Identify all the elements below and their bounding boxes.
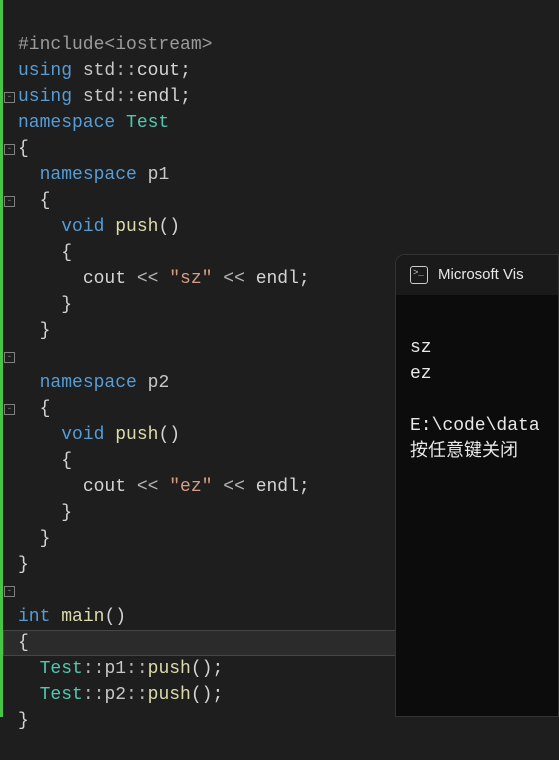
fold-toggle[interactable]: -: [4, 144, 15, 155]
terminal-titlebar[interactable]: Microsoft Vis: [396, 255, 558, 295]
preprocessor: #include: [18, 35, 104, 55]
output-line: sz: [410, 335, 558, 361]
terminal-output[interactable]: szez E:\code\data按任意键关闭: [396, 295, 558, 517]
fold-toggle[interactable]: -: [4, 586, 15, 597]
terminal-icon: [410, 266, 428, 284]
fold-toggle[interactable]: -: [4, 196, 15, 207]
fold-gutter: - - - - - -: [3, 0, 17, 717]
terminal-title: Microsoft Vis: [438, 262, 524, 288]
fold-toggle[interactable]: -: [4, 404, 15, 415]
output-prompt: 按任意键关闭: [410, 439, 558, 465]
output-path: E:\code\data: [410, 413, 558, 439]
output-line: ez: [410, 361, 558, 387]
terminal-window[interactable]: Microsoft Vis szez E:\code\data按任意键关闭: [395, 254, 559, 717]
fold-toggle[interactable]: -: [4, 92, 15, 103]
fold-toggle[interactable]: -: [4, 352, 15, 363]
